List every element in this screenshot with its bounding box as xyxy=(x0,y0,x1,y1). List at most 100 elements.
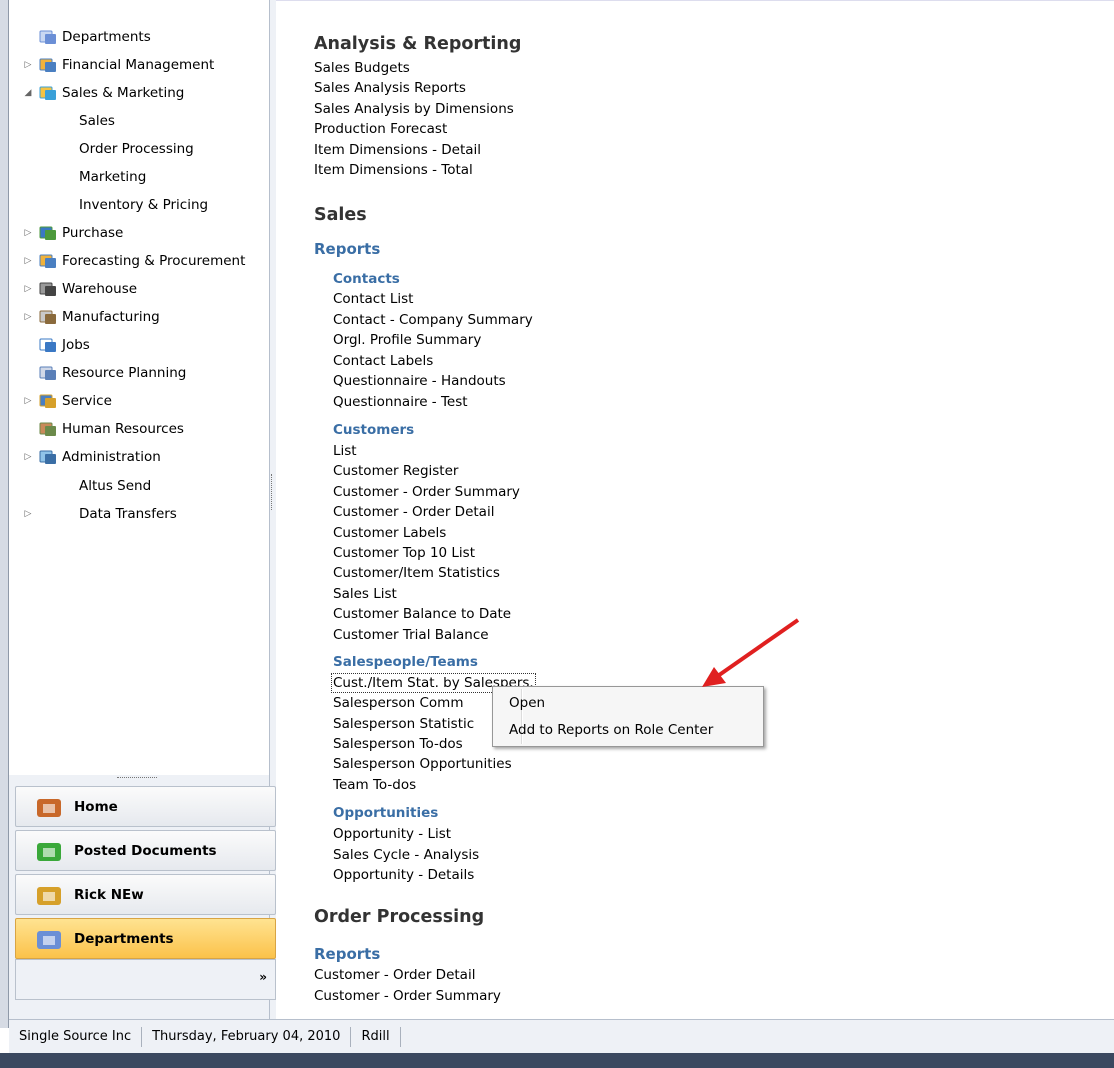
expand-arrow-icon[interactable]: ▷ xyxy=(21,284,35,294)
nav-item-sales[interactable]: Sales xyxy=(9,109,267,133)
nav-item-label: Altus Send xyxy=(79,478,152,494)
nav-item-label: Marketing xyxy=(79,169,147,185)
nav-button-label: Posted Documents xyxy=(74,842,217,859)
window-left-border xyxy=(0,0,9,1028)
report-link[interactable]: Team To-dos xyxy=(333,777,416,793)
nav-item-jobs[interactable]: Jobs xyxy=(9,333,267,357)
report-link[interactable]: Opportunity - Details xyxy=(333,867,474,883)
nav-item-label: Order Processing xyxy=(79,141,194,157)
nav-item-label: Forecasting & Procurement xyxy=(62,253,246,269)
report-link[interactable]: Salesperson Opportunities xyxy=(333,756,512,772)
report-link[interactable]: Sales Analysis by Dimensions xyxy=(314,101,514,117)
menu-item-label: Add to Reports on Role Center xyxy=(509,722,714,738)
nav-item-label: Departments xyxy=(62,29,151,45)
warehouse-icon xyxy=(39,281,57,297)
expand-arrow-icon[interactable]: ▷ xyxy=(21,60,35,70)
expand-arrow-icon[interactable]: ▷ xyxy=(21,396,35,406)
report-link[interactable]: Customer - Order Summary xyxy=(314,988,501,1004)
nav-button-departments[interactable]: Departments xyxy=(15,918,276,959)
administration-icon xyxy=(39,449,57,465)
nav-item-departments[interactable]: Departments xyxy=(9,25,267,49)
panel-resize-grip[interactable] xyxy=(117,777,157,780)
report-link[interactable]: Salesperson To-dos xyxy=(333,736,463,752)
report-link[interactable]: Contact - Company Summary xyxy=(333,312,533,328)
expand-arrow-icon[interactable]: ▷ xyxy=(21,228,35,238)
nav-button-label: Rick NEw xyxy=(74,886,144,903)
report-link[interactable]: Questionnaire - Test xyxy=(333,394,468,410)
status-bar: Single Source Inc Thursday, February 04,… xyxy=(9,1019,1114,1054)
category-title-customers: Customers xyxy=(333,422,415,438)
report-link[interactable]: Customer - Order Detail xyxy=(333,504,494,520)
report-link[interactable]: Customer Labels xyxy=(333,525,446,541)
nav-item-financial-management[interactable]: ▷ Financial Management xyxy=(9,53,267,77)
financial-icon xyxy=(39,57,57,73)
home-icon xyxy=(34,793,66,821)
nav-item-label: Human Resources xyxy=(62,421,184,437)
nav-item-label: Administration xyxy=(62,449,161,465)
report-link[interactable]: Questionnaire - Handouts xyxy=(333,373,506,389)
report-link[interactable]: Production Forecast xyxy=(314,121,447,137)
nav-item-resource-planning[interactable]: Resource Planning xyxy=(9,361,267,385)
nav-button-rick-new[interactable]: Rick NEw xyxy=(15,874,276,915)
report-link[interactable]: Sales Analysis Reports xyxy=(314,80,466,96)
nav-item-label: Manufacturing xyxy=(62,309,160,325)
resource-planning-icon xyxy=(39,365,57,381)
expand-arrow-icon[interactable]: ▷ xyxy=(21,509,35,519)
nav-item-service[interactable]: ▷ Service xyxy=(9,389,267,413)
nav-item-data-transfers[interactable]: ▷ Data Transfers xyxy=(9,502,267,526)
report-link[interactable]: Customer - Order Summary xyxy=(333,484,520,500)
navigation-buttons-panel: Home Posted Documents Rick NEw Departments » xyxy=(9,775,276,1019)
nav-item-warehouse[interactable]: ▷ Warehouse xyxy=(9,277,267,301)
nav-item-manufacturing[interactable]: ▷ Manufacturing xyxy=(9,305,267,329)
human-resources-icon xyxy=(39,421,57,437)
nav-item-altus-send[interactable]: Altus Send xyxy=(9,474,267,498)
report-link[interactable]: Sales Cycle - Analysis xyxy=(333,847,479,863)
report-link[interactable]: Customer Register xyxy=(333,463,458,479)
category-title-opportunities: Opportunities xyxy=(333,805,439,821)
service-icon xyxy=(39,393,57,409)
navigation-pane: Departments ▷ Financial Management ◢ Sales &… xyxy=(9,0,269,775)
nav-item-label: Sales & Marketing xyxy=(62,85,185,101)
section-title-sales: Sales xyxy=(314,205,367,225)
expand-arrow-icon[interactable]: ▷ xyxy=(21,312,35,322)
report-link[interactable]: Customer Top 10 List xyxy=(333,545,475,561)
collapse-arrow-icon[interactable]: ◢ xyxy=(21,88,35,98)
report-link[interactable]: Item Dimensions - Detail xyxy=(314,142,481,158)
nav-item-administration[interactable]: ▷ Administration xyxy=(9,445,267,469)
nav-button-posted-documents[interactable]: Posted Documents xyxy=(15,830,276,871)
report-link[interactable]: List xyxy=(333,443,357,459)
report-link[interactable]: Sales List xyxy=(333,586,397,602)
section-title-analysis: Analysis & Reporting xyxy=(314,34,522,54)
expand-arrow-icon[interactable]: ▷ xyxy=(21,452,35,462)
report-link[interactable]: Sales Budgets xyxy=(314,60,410,76)
nav-item-inventory-pricing[interactable]: Inventory & Pricing xyxy=(9,193,267,217)
report-link[interactable]: Opportunity - List xyxy=(333,826,451,842)
menu-item-add-to-role-center[interactable]: Add to Reports on Role Center xyxy=(496,718,758,742)
configure-buttons-icon[interactable]: » xyxy=(259,970,267,984)
nav-item-label: Sales xyxy=(79,113,115,129)
annotation-arrow-icon xyxy=(702,618,800,687)
report-link[interactable]: Contact Labels xyxy=(333,353,433,369)
nav-button-label: Home xyxy=(74,798,118,815)
report-link[interactable]: Orgl. Profile Summary xyxy=(333,332,481,348)
report-link[interactable]: Customer Trial Balance xyxy=(333,627,489,643)
report-link[interactable]: Salesperson Statistic xyxy=(333,716,474,732)
splitter-grip[interactable] xyxy=(271,474,274,510)
report-link[interactable]: Customer - Order Detail xyxy=(314,967,475,983)
nav-item-forecasting-procurement[interactable]: ▷ Forecasting & Procurement xyxy=(9,249,267,273)
nav-item-purchase[interactable]: ▷ Purchase xyxy=(9,221,267,245)
expand-arrow-icon[interactable]: ▷ xyxy=(21,256,35,266)
category-title-salespeople: Salespeople/Teams xyxy=(333,654,478,670)
report-link[interactable]: Salesperson Comm xyxy=(333,695,464,711)
nav-item-sales-marketing[interactable]: ◢ Sales & Marketing xyxy=(9,81,267,105)
forecasting-icon xyxy=(39,253,57,269)
nav-button-home[interactable]: Home xyxy=(15,786,276,827)
report-link[interactable]: Customer/Item Statistics xyxy=(333,565,500,581)
report-link[interactable]: Customer Balance to Date xyxy=(333,606,511,622)
report-link[interactable]: Contact List xyxy=(333,291,413,307)
nav-item-marketing[interactable]: Marketing xyxy=(9,165,267,189)
report-link[interactable]: Item Dimensions - Total xyxy=(314,162,473,178)
nav-item-human-resources[interactable]: Human Resources xyxy=(9,417,267,441)
nav-item-order-processing[interactable]: Order Processing xyxy=(9,137,267,161)
departments-icon xyxy=(34,925,66,953)
